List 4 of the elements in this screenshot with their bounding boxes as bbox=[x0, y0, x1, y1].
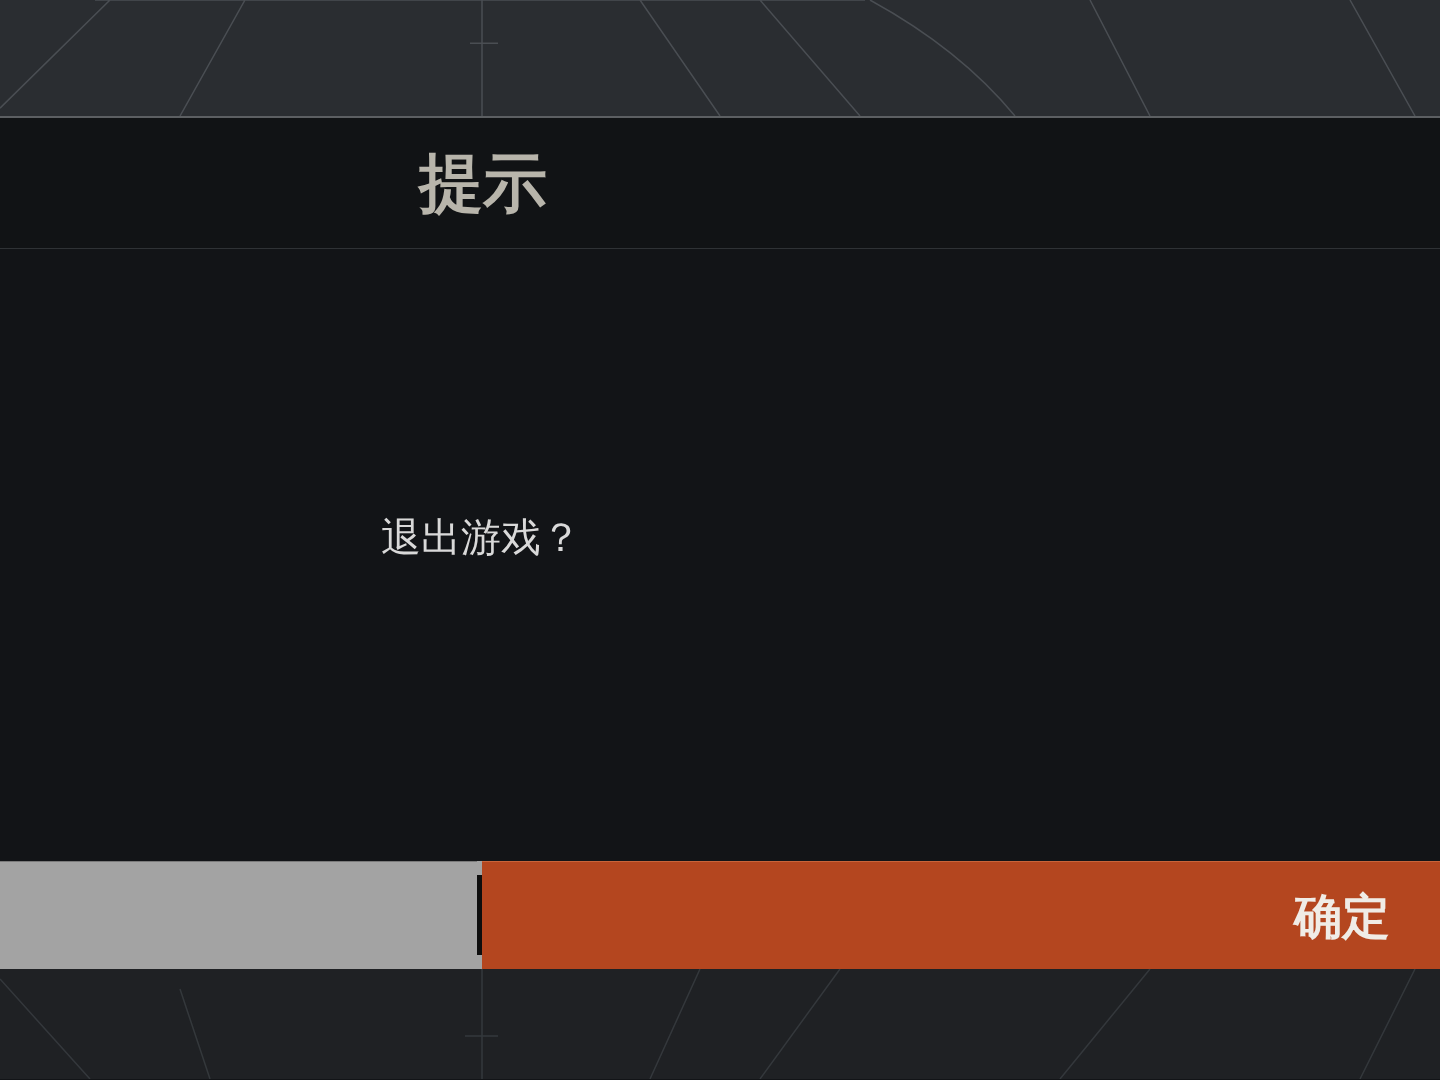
dialog-title: 提示 bbox=[419, 151, 547, 215]
secondary-button[interactable] bbox=[0, 861, 477, 969]
confirm-button[interactable]: 确定 bbox=[482, 861, 1440, 969]
dialog-message: 退出游戏？ bbox=[381, 517, 581, 557]
